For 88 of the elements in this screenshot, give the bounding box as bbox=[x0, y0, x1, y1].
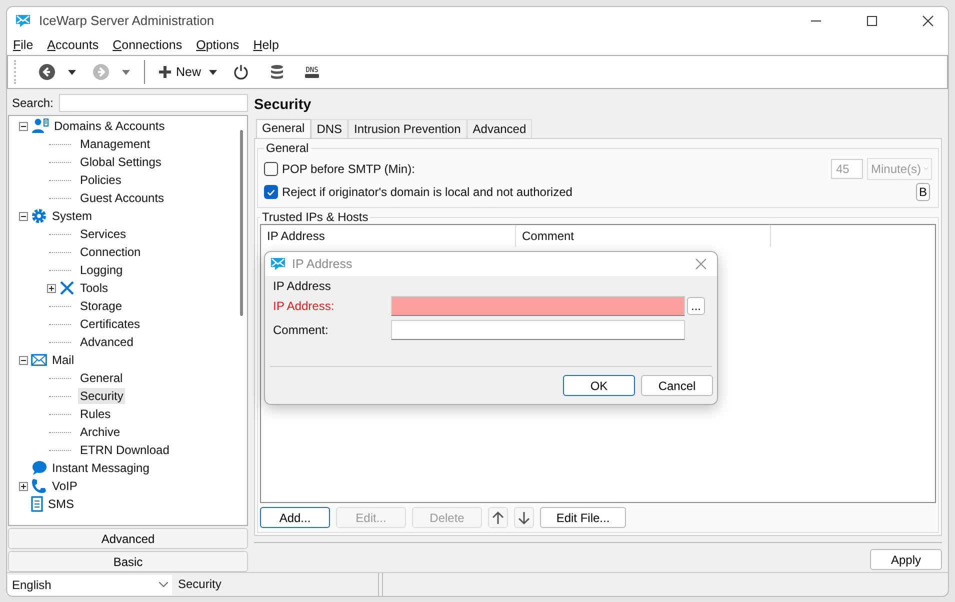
plus-icon bbox=[159, 66, 171, 78]
tab[interactable]: General bbox=[256, 119, 311, 138]
page-title: Security bbox=[254, 96, 312, 115]
menu-item[interactable]: File bbox=[13, 38, 34, 52]
tree-item[interactable]: Certificates bbox=[78, 316, 142, 332]
tree-item[interactable]: VoIP bbox=[50, 478, 80, 494]
phone-icon bbox=[31, 478, 47, 494]
mobile-device-icon bbox=[31, 496, 43, 512]
list-button[interactable]: Add... bbox=[260, 507, 330, 528]
chat-bubble-icon bbox=[31, 460, 47, 476]
tree-item[interactable]: Security bbox=[78, 388, 126, 404]
up-arrow-icon bbox=[492, 510, 504, 524]
status-text: Security bbox=[172, 573, 379, 596]
caret-icon[interactable] bbox=[209, 70, 218, 74]
new-button[interactable]: New bbox=[155, 63, 206, 81]
tree-item[interactable]: Mail bbox=[50, 352, 76, 368]
caret-icon bbox=[159, 582, 168, 587]
collapse-icon[interactable] bbox=[19, 212, 28, 220]
field-label: Comment: bbox=[273, 323, 330, 337]
dialog-button[interactable]: Cancel bbox=[641, 375, 713, 396]
tools-icon bbox=[59, 280, 75, 296]
option-label: Reject if originator's domain is local and not authorized bbox=[282, 184, 572, 198]
column-header[interactable]: Comment bbox=[516, 225, 771, 247]
group-title: IP Address bbox=[272, 278, 332, 294]
envelope-logo-icon bbox=[270, 256, 286, 272]
power-icon[interactable] bbox=[233, 64, 250, 80]
menu-item[interactable]: Options bbox=[196, 38, 240, 52]
back-icon[interactable] bbox=[38, 63, 56, 81]
envelope-icon bbox=[31, 354, 47, 366]
tab[interactable]: Intrusion Prevention bbox=[348, 119, 467, 138]
tree-item[interactable]: Logging bbox=[78, 262, 125, 278]
column-header[interactable]: IP Address bbox=[261, 225, 516, 247]
tree-item[interactable]: SMS bbox=[46, 496, 76, 512]
move-up-button[interactable] bbox=[488, 507, 508, 528]
envelope-logo-icon bbox=[15, 12, 31, 28]
tree-item[interactable]: General bbox=[78, 370, 125, 386]
down-arrow-icon bbox=[518, 510, 530, 524]
menu-item[interactable]: Connections bbox=[112, 38, 182, 52]
menu-item[interactable]: Accounts bbox=[47, 38, 99, 52]
checkbox[interactable] bbox=[264, 184, 278, 198]
expand-icon[interactable] bbox=[47, 284, 56, 292]
group-title: Trusted IPs & Hosts bbox=[261, 210, 370, 224]
tree-item[interactable]: Connection bbox=[78, 244, 143, 260]
database-icon[interactable] bbox=[269, 64, 286, 80]
browse-button[interactable]: ... bbox=[687, 297, 705, 315]
collapse-icon[interactable] bbox=[19, 356, 28, 364]
maximize-icon[interactable] bbox=[866, 14, 878, 26]
tree-item[interactable]: Archive bbox=[78, 424, 122, 440]
gear-icon bbox=[31, 208, 47, 224]
language-dropdown[interactable]: English bbox=[8, 574, 172, 594]
dialog-title: IP Address bbox=[292, 257, 352, 271]
tree-item[interactable]: Tools bbox=[78, 280, 110, 296]
view-mode-button[interactable]: Basic bbox=[8, 551, 248, 572]
input-field[interactable] bbox=[391, 296, 685, 316]
group-title: General bbox=[265, 141, 310, 155]
tree-item[interactable]: ETRN Download bbox=[78, 442, 172, 458]
dialog-button[interactable]: OK bbox=[563, 375, 635, 396]
tree-item[interactable]: Rules bbox=[78, 406, 113, 422]
tree-item[interactable]: Services bbox=[78, 226, 128, 242]
tree-item[interactable]: Advanced bbox=[78, 334, 136, 350]
list-button[interactable]: Edit File... bbox=[540, 507, 626, 528]
window-title: IceWarp Server Administration bbox=[39, 13, 214, 28]
checkbox[interactable] bbox=[264, 162, 278, 176]
tree-item[interactable]: Policies bbox=[78, 172, 124, 188]
tree-item[interactable]: Storage bbox=[78, 298, 124, 314]
apply-button[interactable]: Apply bbox=[870, 549, 942, 570]
option-label: POP before SMTP (Min): bbox=[282, 162, 415, 176]
expand-icon[interactable] bbox=[19, 482, 28, 490]
field-label: IP Address: bbox=[273, 299, 336, 313]
search-field[interactable] bbox=[59, 94, 248, 112]
menu-item[interactable]: Help bbox=[253, 38, 279, 52]
tree-item[interactable]: System bbox=[50, 208, 94, 224]
tree-item[interactable]: Domains & Accounts bbox=[52, 118, 167, 134]
option-button[interactable]: B bbox=[916, 182, 930, 200]
users-icon bbox=[31, 118, 49, 134]
tab[interactable]: Advanced bbox=[466, 119, 532, 138]
collapse-icon[interactable] bbox=[19, 122, 28, 130]
tree-item[interactable]: Instant Messaging bbox=[50, 460, 152, 476]
close-icon[interactable] bbox=[922, 14, 934, 26]
tree-item[interactable]: Management bbox=[78, 136, 152, 152]
caret-icon[interactable] bbox=[68, 70, 76, 74]
tree-item[interactable]: Global Settings bbox=[78, 154, 164, 170]
search-label: Search: bbox=[12, 96, 54, 110]
move-down-button[interactable] bbox=[514, 507, 534, 528]
tab[interactable]: DNS bbox=[310, 119, 348, 138]
tree-item[interactable]: Guest Accounts bbox=[78, 190, 166, 206]
view-mode-button[interactable]: Advanced bbox=[8, 528, 248, 549]
input-field[interactable] bbox=[391, 320, 685, 340]
